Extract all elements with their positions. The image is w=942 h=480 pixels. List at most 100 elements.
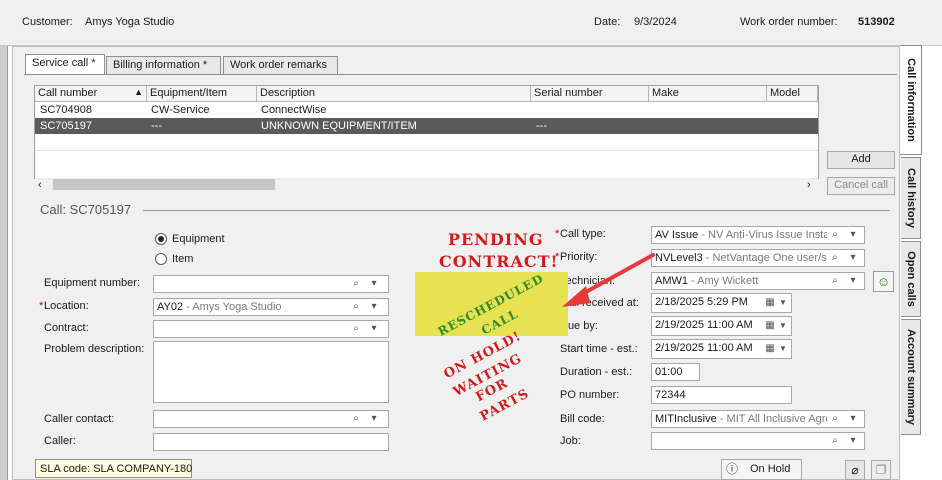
magnifier-icon[interactable]: ⌕	[350, 323, 362, 335]
cancel-call-button[interactable]: Cancel call	[827, 177, 895, 195]
chevron-down-icon[interactable]: ▼	[777, 297, 789, 309]
side-tab-open-calls[interactable]: Open calls	[901, 241, 921, 317]
item-radio[interactable]	[155, 253, 167, 265]
tab-work-order-remarks[interactable]: Work order remarks	[223, 56, 338, 75]
lookup-menu-icon[interactable]: ▾	[847, 252, 859, 264]
lookup-menu-icon[interactable]: ▾	[847, 275, 859, 287]
magnifier-icon[interactable]: ⌕	[829, 435, 841, 447]
problem-description-textarea[interactable]	[153, 341, 389, 403]
tab-billing-information[interactable]: Billing information *	[106, 56, 221, 75]
location-code: AY02	[157, 301, 184, 313]
column-header-equipment[interactable]: Equipment/Item	[147, 86, 257, 102]
magnifier-icon[interactable]: ⌕	[829, 252, 841, 264]
chevron-down-icon[interactable]: ▼	[777, 343, 789, 355]
equipment-number-label: Equipment number:	[44, 277, 140, 289]
caller-label: Caller:	[44, 435, 76, 447]
lookup-menu-icon[interactable]: ▾	[368, 413, 380, 425]
table-row-selected[interactable]: SC705197 --- UNKNOWN EQUIPMENT/ITEM ---	[35, 118, 818, 134]
row-divider	[35, 150, 818, 151]
lookup-menu-icon[interactable]: ▾	[368, 301, 380, 313]
side-tab-label: Call information	[904, 58, 917, 142]
po-number-field[interactable]: 72344	[651, 386, 792, 404]
bill-code-label: Bill code:	[560, 413, 605, 425]
add-button[interactable]: Add	[827, 151, 895, 169]
cell-description: ConnectWise	[261, 104, 327, 116]
pending-stamp-line1: PENDING	[448, 230, 544, 249]
contract-field[interactable]: ⌕ ▾	[153, 320, 389, 338]
calendar-icon[interactable]: ▦	[764, 297, 776, 309]
scroll-left-icon[interactable]: ‹	[38, 179, 42, 191]
person-icon[interactable]: ☺	[873, 271, 894, 292]
equipment-radio[interactable]	[155, 233, 167, 245]
call-received-field[interactable]: 2/18/2025 5:29 PM ▦ ▼	[651, 293, 792, 313]
column-header-make[interactable]: Make	[649, 86, 767, 102]
call-type-field[interactable]: AV Issue - NV Anti-Virus Issue Instal ⌕ …	[651, 226, 865, 244]
caller-contact-label: Caller contact:	[44, 413, 115, 425]
priority-field[interactable]: NVLevel3 - NetVantage One user/sm ⌕ ▾	[651, 249, 865, 267]
cell-description: UNKNOWN EQUIPMENT/ITEM	[261, 120, 417, 132]
customer-label: Customer:	[22, 16, 73, 28]
lookup-menu-icon[interactable]: ▾	[847, 229, 859, 241]
equipment-radio-label: Equipment	[172, 233, 225, 245]
call-type-label: Call type:	[560, 228, 606, 240]
duration-field[interactable]: 01:00	[651, 363, 700, 381]
job-label: Job:	[560, 435, 581, 447]
side-tab-call-information[interactable]: Call information	[900, 45, 922, 155]
tab-service-call[interactable]: Service call *	[25, 54, 105, 75]
start-time-field[interactable]: 2/19/2025 11:00 AM ▦ ▼	[651, 339, 792, 359]
column-header-call-number[interactable]: Call number ▲	[35, 86, 147, 102]
sla-code-label: SLA code: SLA COMPANY-180	[35, 459, 192, 478]
calendar-icon[interactable]: ▦	[764, 343, 776, 355]
tab-divider	[24, 74, 897, 75]
cell-call-number: SC704908	[40, 104, 92, 116]
on-hold-button[interactable]: ⓘ On Hold	[721, 459, 802, 480]
column-header-description[interactable]: Description	[257, 86, 531, 102]
item-radio-label: Item	[172, 253, 194, 265]
magnifier-icon[interactable]: ⌕	[829, 275, 841, 287]
side-tab-account-summary[interactable]: Account summary	[901, 319, 921, 435]
copy-icon[interactable]: ❐	[871, 460, 891, 480]
on-hold-icon: ⓘ	[726, 462, 739, 476]
column-header-serial[interactable]: Serial number	[531, 86, 649, 102]
lookup-menu-icon[interactable]: ▾	[368, 278, 380, 290]
service-calls-grid: Call number ▲ Equipment/Item Description…	[34, 85, 819, 179]
chevron-down-icon[interactable]: ▼	[777, 320, 789, 332]
caller-contact-field[interactable]: ⌕ ▾	[153, 410, 389, 428]
lookup-menu-icon[interactable]: ▾	[847, 413, 859, 425]
header-bar: Customer: Amys Yoga Studio Date: 9/3/202…	[0, 0, 942, 46]
column-header-model[interactable]: Model	[767, 86, 818, 102]
bill-code-code: MITInclusive	[655, 413, 717, 425]
calendar-icon[interactable]: ▦	[764, 320, 776, 332]
caller-field[interactable]	[153, 433, 389, 451]
location-field[interactable]: AY02 - Amys Yoga Studio ⌕ ▾	[153, 298, 389, 316]
magnifier-icon[interactable]: ⌕	[350, 301, 362, 313]
magnifier-icon[interactable]: ⌕	[350, 278, 362, 290]
magnifier-icon[interactable]: ⌕	[829, 229, 841, 241]
arrow-head	[562, 286, 590, 307]
table-row[interactable]: SC704908 CW-Service ConnectWise	[35, 102, 818, 118]
call-type-desc: - NV Anti-Virus Issue Instal	[698, 229, 827, 241]
side-tab-call-history[interactable]: Call history	[901, 157, 921, 239]
title-rule	[143, 210, 890, 211]
bill-code-field[interactable]: MITInclusive - MIT All Inclusive Agre ⌕ …	[651, 410, 865, 428]
side-tab-label: Call history	[904, 168, 917, 228]
paperclip-icon[interactable]: ⌀	[845, 460, 865, 480]
magnifier-icon[interactable]: ⌕	[829, 413, 841, 425]
technician-field[interactable]: AMW1 - Amy Wickett ⌕ ▾	[651, 272, 865, 290]
equipment-number-field[interactable]: ⌕ ▾	[153, 275, 389, 293]
start-time-value: 2/19/2025 11:00 AM	[655, 342, 753, 354]
required-mark: *	[555, 228, 560, 240]
call-title: Call: SC705197	[40, 202, 132, 217]
priority-desc: - NetVantage One user/sm	[702, 252, 827, 264]
column-header-label: Call number	[38, 87, 98, 99]
po-number-label: PO number:	[560, 389, 620, 401]
required-mark: *	[39, 300, 44, 312]
magnifier-icon[interactable]: ⌕	[350, 413, 362, 425]
scroll-right-icon[interactable]: ›	[807, 179, 811, 191]
scrollbar-thumb[interactable]	[53, 179, 275, 190]
date-label: Date:	[594, 16, 621, 28]
lookup-menu-icon[interactable]: ▾	[368, 323, 380, 335]
job-field[interactable]: ⌕ ▾	[651, 432, 865, 450]
due-by-field[interactable]: 2/19/2025 11:00 AM ▦ ▼	[651, 316, 792, 336]
lookup-menu-icon[interactable]: ▾	[847, 435, 859, 447]
